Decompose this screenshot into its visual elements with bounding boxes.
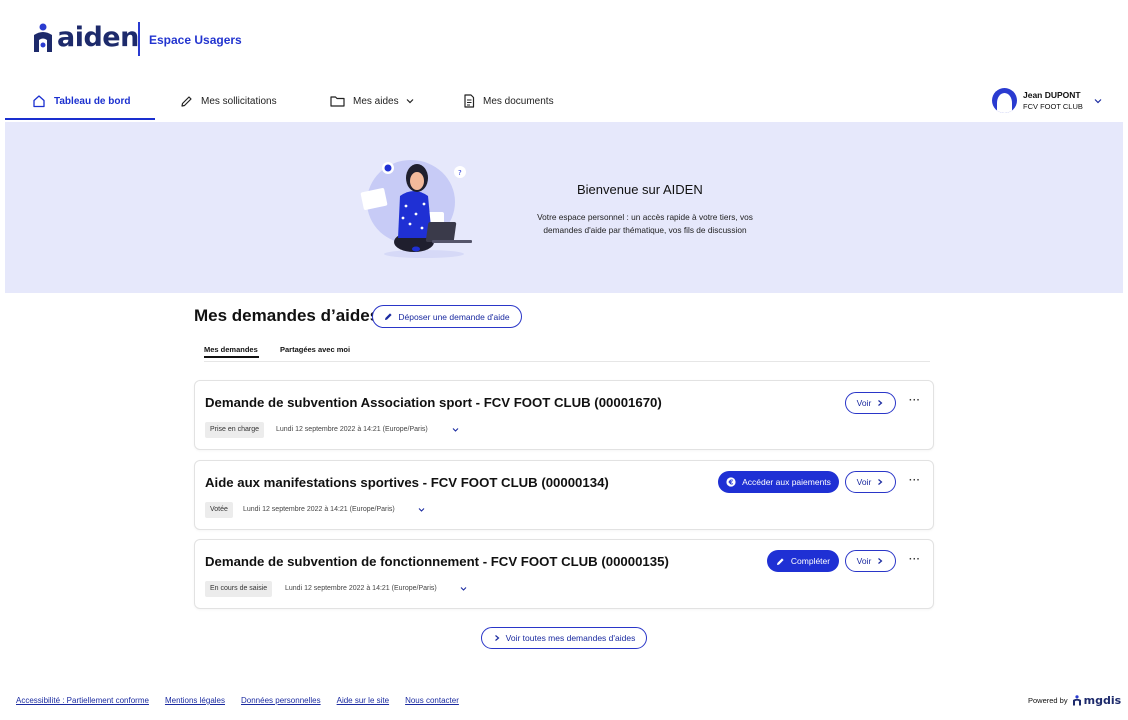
nav-item-label: Mes documents <box>483 95 554 107</box>
svg-text:?: ? <box>458 169 462 177</box>
see-all-requests-button[interactable]: Voir toutes mes demandes d'aides <box>481 627 647 649</box>
request-title[interactable]: Demande de subvention de fonctionnement … <box>205 554 669 569</box>
request-card: Demande de subvention Association sport … <box>194 380 934 450</box>
user-menu[interactable]: Jean DUPONT FCV FOOT CLUB <box>992 88 1103 113</box>
status-badge: Prise en charge <box>205 422 265 438</box>
logo-divider <box>138 22 140 56</box>
status-badge: Votée <box>205 502 233 518</box>
active-tab-indicator <box>5 118 155 120</box>
view-button-label: Voir <box>856 398 872 408</box>
request-date: Lundi 12 septembre 2022 à 14:21 (Europe/… <box>243 506 395 513</box>
status-badge: En cours de saisie <box>205 581 273 597</box>
deposit-request-label: Déposer une demande d'aide <box>398 311 510 322</box>
space-label: Espace Usagers <box>149 33 242 47</box>
request-date: Lundi 12 septembre 2022 à 14:21 (Europe/… <box>276 426 428 433</box>
more-options-button[interactable]: ··· <box>909 395 921 406</box>
section-title: Mes demandes d’aides <box>194 306 380 325</box>
complete-button[interactable]: Compléter <box>767 550 839 572</box>
banner-title: Bienvenue sur AIDEN <box>577 182 703 197</box>
tab-my-requests[interactable]: Mes demandes <box>204 345 258 354</box>
banner-description: Votre espace personnel : un accès rapide… <box>537 212 753 235</box>
powered-by[interactable]: Powered by mgdis <box>1028 694 1121 707</box>
view-button[interactable]: Voir <box>845 550 896 572</box>
nav-item-label: Mes sollicitations <box>201 95 277 107</box>
request-card: Demande de subvention de fonctionnement … <box>194 539 934 609</box>
request-date: Lundi 12 septembre 2022 à 14:21 (Europe/… <box>285 585 437 592</box>
more-options-button[interactable]: ··· <box>909 554 921 565</box>
deposit-request-button[interactable]: Déposer une demande d'aide <box>372 305 522 328</box>
view-button[interactable]: Voir <box>845 392 896 414</box>
welcome-illustration: ? <box>360 160 472 258</box>
access-payments-button[interactable]: € Accéder aux paiements <box>718 471 839 493</box>
footer-links: Accessibilité : Partiellement conforme M… <box>16 696 475 705</box>
footer-link-personal-data[interactable]: Données personnelles <box>241 696 321 705</box>
euro-icon: € <box>726 477 736 487</box>
nav-item-label: Tableau de bord <box>54 95 131 107</box>
home-icon <box>33 95 45 108</box>
chevron-right-icon <box>494 635 500 641</box>
chevron-right-icon <box>878 558 883 564</box>
see-all-requests-label: Voir toutes mes demandes d'aides <box>505 633 636 643</box>
pencil-icon <box>385 313 392 320</box>
chevron-down-icon <box>406 99 414 104</box>
view-button-label: Voir <box>856 556 872 566</box>
welcome-banner <box>5 122 1123 293</box>
chevron-down-icon[interactable] <box>459 585 468 593</box>
chevron-right-icon <box>878 400 883 406</box>
footer-link-site-help[interactable]: Aide sur le site <box>337 696 389 705</box>
nav-item-solicitations[interactable]: Mes sollicitations <box>180 80 277 122</box>
complete-button-label: Compléter <box>790 556 831 566</box>
chevron-down-icon[interactable] <box>417 506 426 514</box>
nav-item-my-aids[interactable]: Mes aides <box>330 80 423 122</box>
footer-link-contact[interactable]: Nous contacter <box>405 696 459 705</box>
chevron-down-icon <box>1094 98 1102 103</box>
nav-item-documents[interactable]: Mes documents <box>463 80 554 122</box>
powered-by-label: Powered by <box>1028 696 1068 705</box>
mgdis-logo-icon <box>1072 695 1081 706</box>
folder-icon <box>330 96 345 107</box>
main-navigation: Tableau de bord Mes sollicitations Mes a… <box>5 80 1123 122</box>
pencil-icon <box>776 557 784 565</box>
user-name: Jean DUPONT <box>1023 89 1081 100</box>
svg-text:€: € <box>728 479 734 487</box>
footer-link-accessibility[interactable]: Accessibilité : Partiellement conforme <box>16 696 149 705</box>
chevron-down-icon[interactable] <box>451 426 460 434</box>
access-payments-label: Accéder aux paiements <box>742 477 831 487</box>
user-avatar-icon <box>992 88 1017 113</box>
requests-tabs: Mes demandes Partagées avec moi <box>204 340 930 362</box>
nav-item-label: Mes aides <box>353 95 399 107</box>
view-button-label: Voir <box>856 477 872 487</box>
mgdis-brand: mgdis <box>1083 694 1122 707</box>
footer-link-legal-notice[interactable]: Mentions légales <box>165 696 225 705</box>
more-options-button[interactable]: ··· <box>909 475 921 486</box>
active-tab-indicator <box>204 356 259 358</box>
logo-text: aiden <box>57 22 139 53</box>
user-organization: FCV FOOT CLUB <box>1023 101 1083 111</box>
nav-item-dashboard[interactable]: Tableau de bord <box>32 80 131 122</box>
request-title[interactable]: Demande de subvention Association sport … <box>205 395 662 410</box>
view-button[interactable]: Voir <box>845 471 896 493</box>
request-title[interactable]: Aide aux manifestations sportives - FCV … <box>205 475 609 490</box>
request-card: Aide aux manifestations sportives - FCV … <box>194 460 934 530</box>
chevron-right-icon <box>878 479 883 485</box>
aiden-logo[interactable]: aiden <box>32 22 139 53</box>
top-header: aiden Espace Usagers <box>0 0 1128 80</box>
document-icon <box>464 94 475 108</box>
user-info: Jean DUPONT FCV FOOT CLUB <box>1023 90 1083 112</box>
aiden-logo-mark-icon <box>34 23 52 52</box>
tab-shared-with-me[interactable]: Partagées avec moi <box>280 345 350 354</box>
pencil-icon <box>181 95 192 107</box>
